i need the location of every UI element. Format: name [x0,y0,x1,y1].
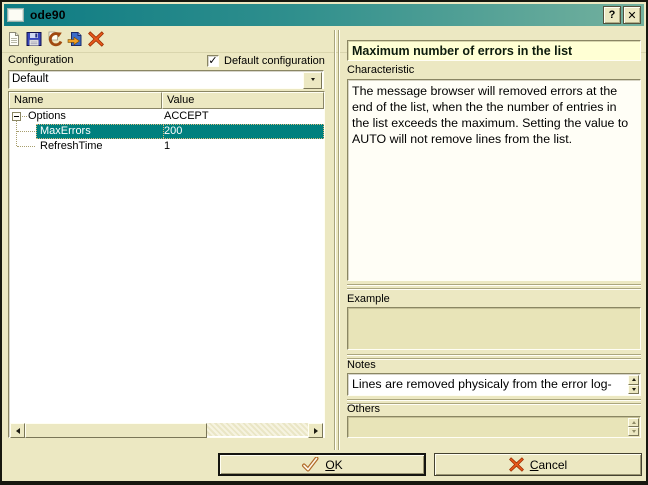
notes-scrollbar[interactable] [628,375,639,394]
window-title: ode90 [30,8,601,22]
arrow-down-icon [632,430,636,435]
window-icon [7,8,24,22]
others-field[interactable] [347,416,641,438]
tree-item-value: 200 [164,125,182,137]
checkmark-icon: ✓ [208,56,217,66]
horizontal-scrollbar[interactable] [10,423,323,436]
tree-connector-line [22,116,27,117]
check-icon [301,457,319,472]
characteristic-label: Characteristic [347,64,414,76]
close-icon: ✕ [627,9,636,22]
scrollbar-thumb[interactable] [25,423,207,438]
chevron-down-icon [311,78,315,83]
scroll-up-button[interactable] [628,375,639,385]
delete-config-button[interactable] [87,30,105,48]
titlebar[interactable]: ode90 ? ✕ [4,4,644,26]
scrollbar-track[interactable] [207,423,308,436]
section-splitter[interactable] [347,284,641,292]
example-box [347,307,641,350]
dropdown-button[interactable] [303,72,322,89]
revert-config-button[interactable] [45,30,63,48]
revert-icon [46,31,63,48]
default-configuration-checkbox[interactable]: ✓ [207,55,219,67]
ok-button-label: OK [325,458,342,472]
scroll-down-button[interactable] [628,385,639,395]
notes-text: Lines are removed physicaly from the err… [352,377,612,391]
save-icon [26,31,42,47]
others-label: Others [347,403,380,415]
cancel-button[interactable]: Cancel [434,453,642,476]
ok-button[interactable]: OK [218,453,426,476]
column-header-value[interactable]: Value [162,92,324,109]
delete-icon [88,31,104,47]
tree-row-maxerrors[interactable]: MaxErrors 200 [9,124,324,139]
arrow-up-icon [632,419,636,424]
arrow-up-icon [632,376,636,381]
new-document-icon [6,31,22,47]
arrow-left-icon [13,428,20,434]
scroll-left-button[interactable] [10,423,25,438]
notes-field[interactable]: Lines are removed physicaly from the err… [347,373,641,396]
tree-item-label: Options [28,110,66,122]
characteristic-text: The message browser will removed errors … [347,79,641,281]
import-config-button[interactable] [66,30,84,48]
configuration-dropdown-value: Default [12,73,48,85]
example-label: Example [347,293,390,305]
tree-row-options[interactable]: Options ACCEPT [9,109,324,124]
tree-item-label: RefreshTime [40,140,103,152]
column-header-name[interactable]: Name [9,92,162,109]
tree-row-refreshtime[interactable]: RefreshTime 1 [9,139,324,154]
notes-label: Notes [347,359,376,371]
new-config-button[interactable] [5,30,23,48]
scroll-right-button[interactable] [308,423,323,438]
detail-header: Maximum number of errors in the list [347,40,641,61]
default-configuration-label: Default configuration [224,55,325,67]
panel-splitter[interactable] [334,30,343,450]
configuration-dropdown[interactable]: Default [8,70,324,89]
section-splitter[interactable] [347,399,641,407]
configuration-label: Configuration [8,54,73,66]
arrow-right-icon [314,428,321,434]
tree-body: Options ACCEPT MaxErrors 200 RefreshTime… [9,109,324,409]
close-button[interactable]: ✕ [623,6,641,24]
config-tree: Name Value Options ACCEPT MaxErrors 200 … [8,91,325,438]
arrow-down-icon [632,388,636,393]
tree-item-value: ACCEPT [164,110,209,122]
tree-item-value: 1 [164,140,170,152]
help-icon: ? [609,9,616,21]
cancel-button-label: Cancel [530,458,567,472]
tree-item-label: MaxErrors [40,125,91,137]
scroll-up-button[interactable] [628,418,639,427]
section-splitter[interactable] [347,354,641,362]
scroll-down-button[interactable] [628,427,639,436]
collapse-icon[interactable] [12,112,21,121]
others-scrollbar[interactable] [628,418,639,436]
import-icon [67,31,83,47]
tree-header: Name Value [9,92,324,109]
help-button[interactable]: ? [603,6,621,24]
cancel-x-icon [509,457,524,472]
save-config-button[interactable] [25,30,43,48]
